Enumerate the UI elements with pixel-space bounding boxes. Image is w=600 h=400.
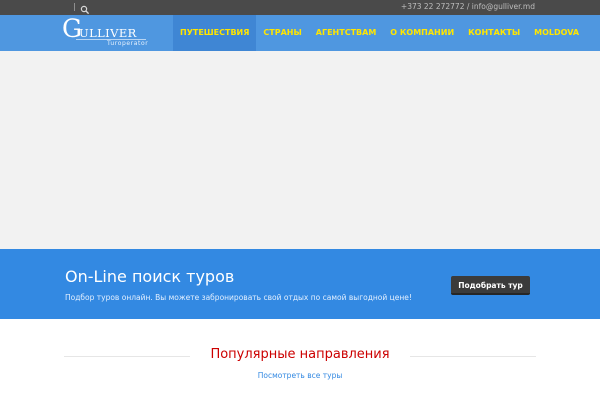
- menu-item-agencies[interactable]: АГЕНТСТВАМ: [309, 15, 383, 51]
- section-heading: Популярные направления: [210, 347, 390, 362]
- main-menu: ПУТЕШЕСТВИЯ СТРАНЫ АГЕНТСТВАМ О КОМПАНИИ…: [173, 15, 586, 51]
- menu-item-travel[interactable]: ПУТЕШЕСТВИЯ: [173, 15, 257, 51]
- search-icon[interactable]: [79, 1, 91, 14]
- view-all-tours-link[interactable]: Посмотреть все туры: [258, 371, 343, 380]
- menu-item-countries[interactable]: СТРАНЫ: [256, 15, 308, 51]
- contact-info: +373 22 272772 / info@gulliver.md: [400, 2, 535, 11]
- banner-title: On-Line поиск туров: [65, 267, 235, 286]
- top-bar-divider: [74, 3, 75, 11]
- menu-item-moldova[interactable]: MOLDOVA: [527, 15, 586, 51]
- logo-name: ULLIVER: [79, 26, 137, 40]
- menu-item-contacts[interactable]: КОНТАКТЫ: [461, 15, 527, 51]
- menu-item-about[interactable]: О КОМПАНИИ: [383, 15, 461, 51]
- popular-destinations-section: Популярные направления Посмотреть все ту…: [0, 320, 600, 400]
- top-bar: +373 22 272772 / info@gulliver.md: [0, 0, 600, 15]
- main-navigation: G ULLIVER Turoperator ПУТЕШЕСТВИЯ СТРАНЫ…: [0, 15, 600, 51]
- gulliver-logo[interactable]: G ULLIVER Turoperator: [62, 15, 148, 50]
- find-tour-button[interactable]: Подобрать тур: [451, 276, 530, 295]
- banner-description: Подбор туров онлайн. Вы можете заброниро…: [65, 293, 412, 302]
- online-search-banner: On-Line поиск туров Подбор туров онлайн.…: [0, 249, 600, 319]
- hero-slider-area: [0, 51, 600, 249]
- logo-tagline: Turoperator: [107, 40, 149, 47]
